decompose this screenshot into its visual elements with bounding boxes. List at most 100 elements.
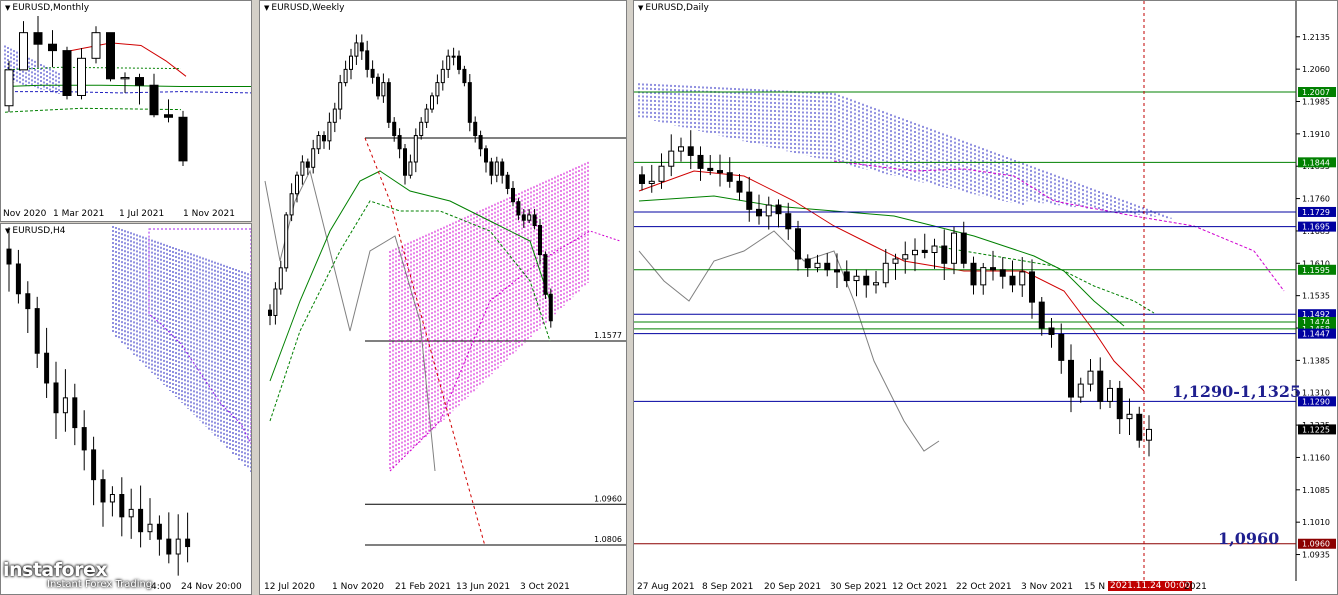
- daily-candle: [756, 208, 762, 217]
- daily-chart-panel[interactable]: 1.21351.20601.19851.19101.18351.17601.16…: [633, 0, 1338, 595]
- daily-candle: [980, 267, 987, 286]
- daily-candle: [970, 262, 977, 286]
- weekly-candle: [424, 108, 429, 123]
- weekly-candle: [403, 148, 407, 176]
- weekly-candle: [457, 55, 461, 70]
- daily-candle: [639, 174, 645, 184]
- daily-y-tick-label: 1.1535: [1302, 292, 1330, 301]
- daily-candle: [863, 275, 870, 286]
- weekly-candle: [494, 161, 499, 176]
- h4-candle: [156, 523, 162, 540]
- weekly-candle: [316, 135, 321, 150]
- weekly-candle: [484, 148, 488, 163]
- weekly-candle: [430, 95, 434, 110]
- monthly-candle: [149, 84, 159, 116]
- monthly-candle: [106, 32, 115, 80]
- daily-candle: [668, 150, 675, 167]
- weekly-candle: [527, 214, 532, 221]
- weekly-candle: [489, 161, 494, 176]
- monthly-chart-panel[interactable]: ▼ EURUSD,Monthly Nov 2020 1 Mar 2021 1 Ju…: [0, 0, 252, 222]
- daily-candle: [1136, 413, 1143, 441]
- daily-candle: [814, 262, 821, 269]
- daily-x-label: 3 Nov 2021: [1021, 582, 1073, 592]
- daily-x-label: 12 Oct 2021: [892, 582, 948, 592]
- weekly-candle: [505, 174, 510, 189]
- daily-candle: [1077, 383, 1084, 398]
- dropdown-triangle-icon[interactable]: ▼: [5, 227, 10, 235]
- weekly-candle: [473, 121, 478, 137]
- monthly-candle: [77, 57, 86, 96]
- monthly-tenkan-line: [70, 42, 187, 77]
- brand-name: instaforex: [3, 559, 108, 581]
- dropdown-triangle-icon[interactable]: ▼: [5, 4, 10, 12]
- daily-y-tick-label: 1.1910: [1302, 130, 1330, 139]
- monthly-candle: [91, 32, 101, 59]
- monthly-chart-title: ▼ EURUSD,Monthly: [5, 3, 90, 13]
- dropdown-triangle-icon[interactable]: ▼: [638, 4, 643, 12]
- weekly-candle: [354, 42, 359, 57]
- weekly-senkou-line: [269, 200, 551, 422]
- daily-candle: [1038, 301, 1045, 329]
- daily-candle: [1019, 271, 1026, 286]
- h4-candle: [147, 523, 153, 533]
- weekly-candle: [386, 82, 391, 123]
- daily-level-label: 1.1447: [1302, 330, 1330, 339]
- daily-level-label: 1.1225: [1302, 425, 1330, 434]
- daily-candle: [658, 165, 665, 182]
- weekly-candle: [532, 214, 537, 226]
- daily-candle: [843, 271, 850, 282]
- daily-x-axis: 27 Aug 2021 8 Sep 2021 20 Sep 2021 30 Se…: [634, 580, 1337, 594]
- weekly-chart-panel[interactable]: 1.1577 1.0960 1.0806 ▼ EURUSD,Weekly 12 Jul…: [259, 0, 627, 595]
- h4-candle: [44, 352, 50, 384]
- daily-candle: [1048, 327, 1055, 335]
- daily-candle: [873, 282, 879, 286]
- daily-candle: [1009, 275, 1016, 286]
- monthly-x-label: 1 Mar 2021: [53, 209, 105, 219]
- h4-x-label: 4:00: [151, 582, 172, 592]
- crosshair-time-label: 2021.11.24 00:00: [1108, 581, 1193, 591]
- daily-candle: [1126, 413, 1133, 420]
- weekly-candle: [392, 121, 397, 137]
- weekly-candle: [295, 174, 299, 195]
- dropdown-triangle-icon[interactable]: ▼: [264, 4, 269, 12]
- daily-x-label: 30 Sep 2021: [830, 582, 888, 592]
- weekly-fibo-label: 1.1577: [594, 331, 622, 340]
- daily-x-label: 8 Sep 2021: [702, 582, 754, 592]
- weekly-candle: [359, 42, 364, 52]
- weekly-candle: [338, 82, 343, 110]
- weekly-candle: [543, 254, 548, 295]
- weekly-candle: [521, 214, 526, 221]
- weekly-candle: [273, 288, 278, 316]
- daily-candle: [678, 146, 684, 152]
- daily-candle: [853, 275, 860, 282]
- h4-candle: [175, 538, 181, 555]
- weekly-candle: [467, 82, 472, 123]
- daily-candle: [931, 245, 938, 254]
- h4-x-label: 24 Nov 20:00: [181, 582, 242, 592]
- daily-candle: [960, 232, 967, 264]
- brand-tagline: Instant Forex Trading: [47, 579, 153, 590]
- daily-candle: [648, 180, 655, 184]
- weekly-x-label: 12 Jul 2020: [264, 582, 315, 592]
- weekly-candle: [327, 121, 332, 142]
- weekly-x-axis: 12 Jul 2020 1 Nov 2020 21 Feb 2021 13 Ju…: [260, 580, 626, 594]
- daily-candle: [951, 232, 957, 264]
- h4-candle: [53, 382, 59, 414]
- monthly-x-axis: Nov 2020 1 Mar 2021 1 Jul 2021 1 Nov 202…: [1, 207, 251, 221]
- weekly-candle: [311, 148, 316, 168]
- monthly-x-label: Nov 2020: [3, 209, 47, 219]
- daily-y-tick-label: 1.2135: [1302, 33, 1330, 42]
- daily-candle: [892, 258, 899, 264]
- daily-candle: [775, 204, 782, 215]
- resistance-zone-annotation: 1,1290-1,1325: [1172, 382, 1302, 401]
- monthly-candle: [62, 50, 72, 96]
- weekly-candle: [305, 161, 310, 168]
- daily-y-tick-label: 1.1085: [1302, 486, 1330, 495]
- daily-candle: [707, 167, 714, 172]
- h4-chart-panel[interactable]: ▼ EURUSD,H4 4:00 24 Nov 20:00 instaforex …: [0, 223, 252, 595]
- daily-x-label: 2021: [1184, 582, 1207, 592]
- weekly-candle: [478, 135, 483, 150]
- weekly-candle: [365, 50, 370, 70]
- weekly-candle: [462, 68, 467, 84]
- weekly-candle: [500, 161, 505, 176]
